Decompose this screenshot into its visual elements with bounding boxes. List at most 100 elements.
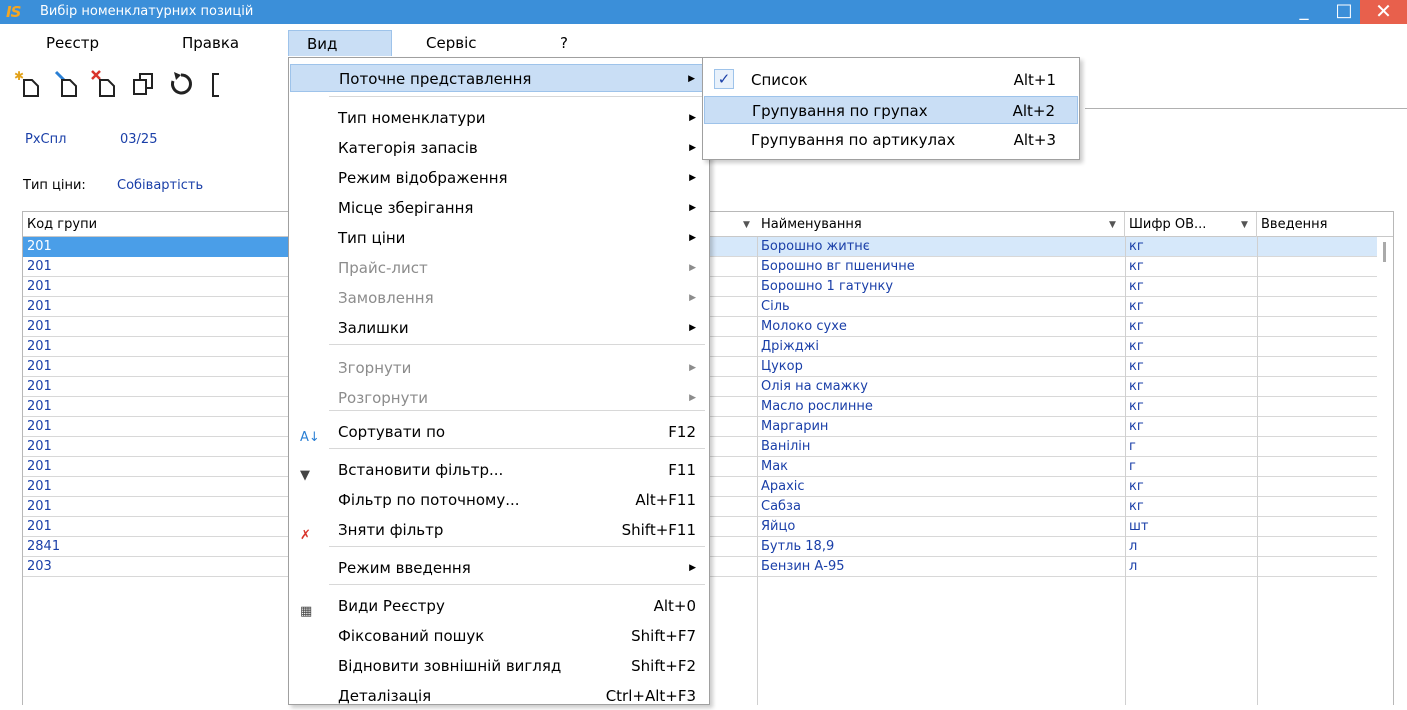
minimize-button[interactable]: _ — [1284, 0, 1324, 24]
menu-item-registry-views[interactable]: ▦ Види Реєстру Alt+0 — [290, 592, 708, 620]
cell-group-code[interactable]: 201 — [23, 397, 289, 417]
cell-unit[interactable]: кг — [1125, 257, 1257, 277]
cell-unit[interactable]: кг — [1125, 417, 1257, 437]
toolbar-more-icon[interactable] — [204, 68, 224, 98]
submenu-item-list[interactable]: ✓ Список Alt+1 — [704, 66, 1078, 94]
cell-unit[interactable]: л — [1125, 557, 1257, 577]
menu-item-price-type[interactable]: Тип ціни ▶ — [290, 224, 708, 252]
cell-unit[interactable]: кг — [1125, 497, 1257, 517]
cell-group-code[interactable]: 201 — [23, 417, 289, 437]
cell-name[interactable]: Арахіс — [757, 477, 1125, 497]
price-type-value[interactable]: Собівартість — [117, 178, 203, 193]
cell-entered[interactable] — [1257, 337, 1367, 357]
menu-registry[interactable]: Реєстр — [34, 30, 111, 56]
cell-entered[interactable] — [1257, 357, 1367, 377]
menu-item-current-view[interactable]: Поточне представлення ▶ — [290, 64, 708, 92]
cell-name[interactable]: Цукор — [757, 357, 1125, 377]
cell-group-code[interactable]: 201 — [23, 257, 289, 277]
menu-service[interactable]: Сервіс — [414, 30, 488, 56]
scrollbar-thumb[interactable] — [1383, 242, 1386, 262]
vertical-scrollbar[interactable] — [1377, 237, 1393, 705]
close-button[interactable]: ✕ — [1360, 0, 1407, 24]
copy-item-icon[interactable] — [128, 68, 158, 98]
cell-name[interactable]: Бензин А-95 — [757, 557, 1125, 577]
cell-entered[interactable] — [1257, 417, 1367, 437]
cell-group-code[interactable]: 201 — [23, 357, 289, 377]
cell-name[interactable]: Маргарин — [757, 417, 1125, 437]
cell-entered[interactable] — [1257, 477, 1367, 497]
sort-arrow-icon[interactable]: ▼ — [1241, 220, 1248, 230]
cell-group-code[interactable]: 201 — [23, 317, 289, 337]
maximize-button[interactable]: □ — [1324, 0, 1364, 24]
cell-unit[interactable]: кг — [1125, 477, 1257, 497]
menu-item-balances[interactable]: Залишки ▶ — [290, 314, 708, 342]
new-item-icon[interactable]: ✱ — [14, 68, 44, 98]
cell-name[interactable]: Яйцо — [757, 517, 1125, 537]
cell-group-code[interactable]: 201 — [23, 277, 289, 297]
cell-group-code[interactable]: 201 — [23, 437, 289, 457]
cell-entered[interactable] — [1257, 297, 1367, 317]
cell-group-code[interactable]: 203 — [23, 557, 289, 577]
cell-entered[interactable] — [1257, 497, 1367, 517]
refresh-icon[interactable] — [166, 68, 196, 98]
cell-group-code[interactable]: 201 — [23, 457, 289, 477]
cell-unit[interactable]: кг — [1125, 317, 1257, 337]
cell-unit[interactable]: г — [1125, 457, 1257, 477]
cell-unit[interactable]: кг — [1125, 277, 1257, 297]
cell-name[interactable]: Борошно вг пшеничне — [757, 257, 1125, 277]
menu-item-nomenclature-type[interactable]: Тип номенклатури ▶ — [290, 104, 708, 132]
sort-arrow-icon[interactable]: ▼ — [1109, 220, 1116, 230]
menu-item-stock-category[interactable]: Категорія запасів ▶ — [290, 134, 708, 162]
cell-name[interactable]: Ванілін — [757, 437, 1125, 457]
cell-unit[interactable]: кг — [1125, 397, 1257, 417]
delete-item-icon[interactable] — [90, 68, 120, 98]
cell-name[interactable]: Масло рослинне — [757, 397, 1125, 417]
cell-entered[interactable] — [1257, 377, 1367, 397]
menu-item-display-mode[interactable]: Режим відображення ▶ — [290, 164, 708, 192]
cell-group-code[interactable]: 201 — [23, 497, 289, 517]
cell-name[interactable]: Сабза — [757, 497, 1125, 517]
cell-name[interactable]: Молоко сухе — [757, 317, 1125, 337]
cell-entered[interactable] — [1257, 237, 1367, 257]
edit-item-icon[interactable] — [52, 68, 82, 98]
cell-unit[interactable]: шт — [1125, 517, 1257, 537]
cell-entered[interactable] — [1257, 537, 1367, 557]
cell-entered[interactable] — [1257, 457, 1367, 477]
cell-entered[interactable] — [1257, 437, 1367, 457]
cell-group-code[interactable]: 201 — [23, 377, 289, 397]
submenu-item-group-by-articles[interactable]: Групування по артикулах Alt+3 — [704, 126, 1078, 154]
cell-entered[interactable] — [1257, 397, 1367, 417]
header-entered[interactable]: Введення — [1257, 212, 1367, 237]
menu-item-entry-mode[interactable]: Режим введення ▶ — [290, 554, 708, 582]
header-unit[interactable]: Шифр ОВ... — [1125, 212, 1257, 237]
header-name[interactable]: Найменування — [757, 212, 1125, 237]
cell-name[interactable]: Сіль — [757, 297, 1125, 317]
cell-name[interactable]: Олія на смажку — [757, 377, 1125, 397]
cell-name[interactable]: Бутль 18,9 — [757, 537, 1125, 557]
cell-unit[interactable]: кг — [1125, 377, 1257, 397]
cell-unit[interactable]: л — [1125, 537, 1257, 557]
menu-item-details[interactable]: Деталізація Ctrl+Alt+F3 — [290, 682, 708, 710]
cell-group-code[interactable]: 201 — [23, 297, 289, 317]
cell-unit[interactable]: кг — [1125, 237, 1257, 257]
menu-help[interactable]: ? — [548, 30, 580, 56]
cell-name[interactable]: Мак — [757, 457, 1125, 477]
cell-name[interactable]: Борошно 1 гатунку — [757, 277, 1125, 297]
cell-group-code[interactable]: 201 — [23, 237, 289, 257]
cell-entered[interactable] — [1257, 257, 1367, 277]
submenu-item-group-by-groups[interactable]: Групування по групах Alt+2 — [704, 96, 1078, 124]
cell-unit[interactable]: кг — [1125, 337, 1257, 357]
cell-name[interactable]: Дріжджі — [757, 337, 1125, 357]
menu-item-set-filter[interactable]: ▼ Встановити фільтр... F11 — [290, 456, 708, 484]
cell-group-code[interactable]: 201 — [23, 337, 289, 357]
menu-item-filter-by-current[interactable]: Фільтр по поточному... Alt+F11 — [290, 486, 708, 514]
cell-entered[interactable] — [1257, 317, 1367, 337]
menu-item-sort-by[interactable]: A↓ Сортувати по F12 — [290, 418, 708, 446]
menu-item-remove-filter[interactable]: ✗ Зняти фільтр Shift+F11 — [290, 516, 708, 544]
menu-view[interactable]: Вид — [288, 30, 392, 56]
cell-group-code[interactable]: 2841 — [23, 537, 289, 557]
cell-group-code[interactable]: 201 — [23, 517, 289, 537]
cell-unit[interactable]: кг — [1125, 297, 1257, 317]
cell-entered[interactable] — [1257, 277, 1367, 297]
sort-arrow-icon[interactable]: ▼ — [743, 220, 750, 230]
